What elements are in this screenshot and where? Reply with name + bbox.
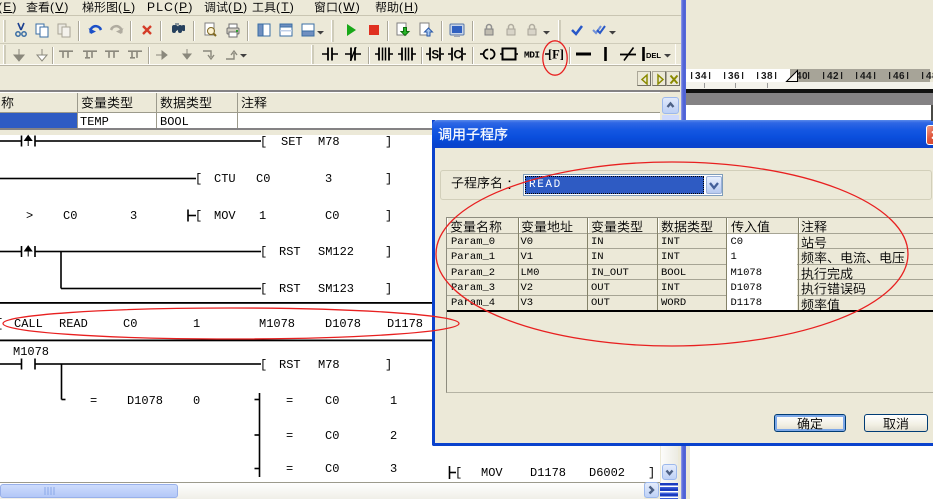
- svg-text:42: 42: [827, 71, 839, 82]
- svg-text:38: 38: [761, 71, 773, 82]
- svg-text:48: 48: [926, 71, 933, 82]
- svg-text:34: 34: [695, 71, 707, 82]
- svg-text:44: 44: [860, 71, 872, 82]
- svg-text:36: 36: [728, 71, 740, 82]
- svg-text:46: 46: [893, 71, 905, 82]
